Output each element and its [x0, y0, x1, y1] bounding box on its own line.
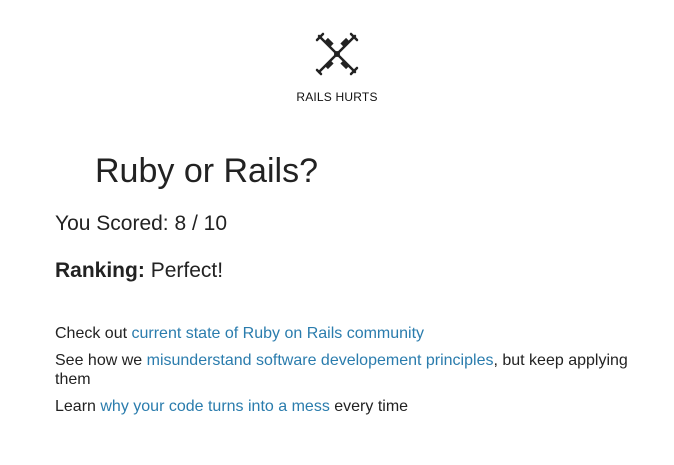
recommendation-item: See how we misunderstand software develo…	[55, 351, 635, 389]
ranking-label: Ranking:	[55, 259, 145, 282]
score-text: You Scored: 8 / 10	[55, 212, 228, 235]
recommendation-prefix: Check out	[55, 325, 132, 342]
recommendation-item: Check out current state of Ruby on Rails…	[55, 324, 635, 343]
recommendation-prefix: Learn	[55, 398, 101, 415]
mess-link[interactable]: why your code turns into a mess	[100, 398, 329, 415]
brand-name[interactable]: RAILS HURTS	[0, 90, 674, 104]
ranking: Ranking: Perfect!	[55, 259, 223, 283]
recommendation-suffix: every time	[329, 398, 409, 415]
ranking-value: Perfect!	[150, 259, 224, 282]
recommendation-prefix: See how we	[55, 352, 147, 369]
community-link[interactable]: current state of Ruby on Rails community	[131, 325, 424, 342]
recommendation-links: Check out current state of Ruby on Rails…	[55, 324, 635, 424]
quiz-title: Ruby or Rails?	[95, 152, 318, 190]
crossed-crutches-icon[interactable]	[311, 28, 363, 80]
site-header: RAILS HURTS	[0, 28, 674, 104]
recommendation-item: Learn why your code turns into a mess ev…	[55, 397, 635, 416]
principles-link[interactable]: misunderstand software developement prin…	[147, 352, 494, 369]
